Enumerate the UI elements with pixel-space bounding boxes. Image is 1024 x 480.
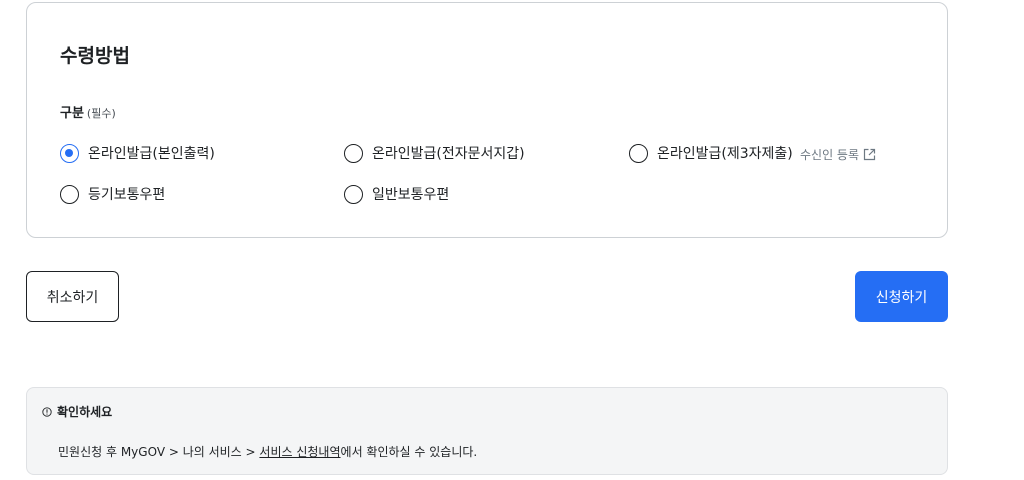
- radio-regular-mail[interactable]: 일반보통우편: [344, 184, 449, 204]
- required-tag: (필수): [86, 107, 116, 120]
- receipt-method-card: 수령방법 구분 (필수) 온라인발급(본인출력) 온라인발급(전자문서지갑) 온라…: [26, 2, 948, 238]
- notice-header: 확인하세요: [42, 403, 112, 420]
- radio-online-third-party[interactable]: 온라인발급(제3자제출): [629, 143, 793, 163]
- notice-text: 민원신청 후 MyGOV > 나의 서비스 > 서비스 신청내역에서 확인하실 …: [58, 443, 477, 460]
- recipient-register-link[interactable]: 수신인 등록: [800, 146, 876, 163]
- radio-online-e-wallet[interactable]: 온라인발급(전자문서지갑): [344, 143, 525, 163]
- info-circle-icon: [42, 406, 52, 417]
- radio-online-self-print[interactable]: 온라인발급(본인출력): [60, 143, 215, 163]
- field-label: 구분 (필수): [60, 102, 116, 121]
- notice-text-before: 민원신청 후 MyGOV > 나의 서비스 >: [58, 445, 260, 459]
- radio-circle[interactable]: [344, 184, 363, 204]
- notice-box: 확인하세요 민원신청 후 MyGOV > 나의 서비스 > 서비스 신청내역에서…: [26, 387, 948, 475]
- radio-label: 온라인발급(전자문서지갑): [372, 146, 525, 162]
- submit-button[interactable]: 신청하기: [855, 271, 948, 322]
- radio-label: 일반보통우편: [372, 187, 450, 203]
- cancel-button[interactable]: 취소하기: [26, 271, 119, 322]
- radio-registered-mail[interactable]: 등기보통우편: [60, 184, 165, 204]
- radio-circle[interactable]: [60, 184, 79, 204]
- notice-text-after: 에서 확인하실 수 있습니다.: [340, 445, 478, 459]
- service-history-link[interactable]: 서비스 신청내역: [259, 445, 340, 459]
- radio-label: 등기보통우편: [88, 187, 166, 203]
- recipient-register-label[interactable]: 수신인 등록: [800, 146, 859, 163]
- external-link-icon: [863, 148, 876, 161]
- notice-title: 확인하세요: [57, 405, 113, 419]
- field-label-text: 구분: [60, 106, 84, 121]
- radio-circle[interactable]: [629, 143, 648, 163]
- radio-circle[interactable]: [344, 143, 363, 163]
- radio-label: 온라인발급(본인출력): [88, 146, 215, 162]
- radio-label: 온라인발급(제3자제출): [657, 146, 793, 162]
- radio-circle-checked[interactable]: [60, 143, 79, 163]
- card-title: 수령방법: [60, 45, 130, 67]
